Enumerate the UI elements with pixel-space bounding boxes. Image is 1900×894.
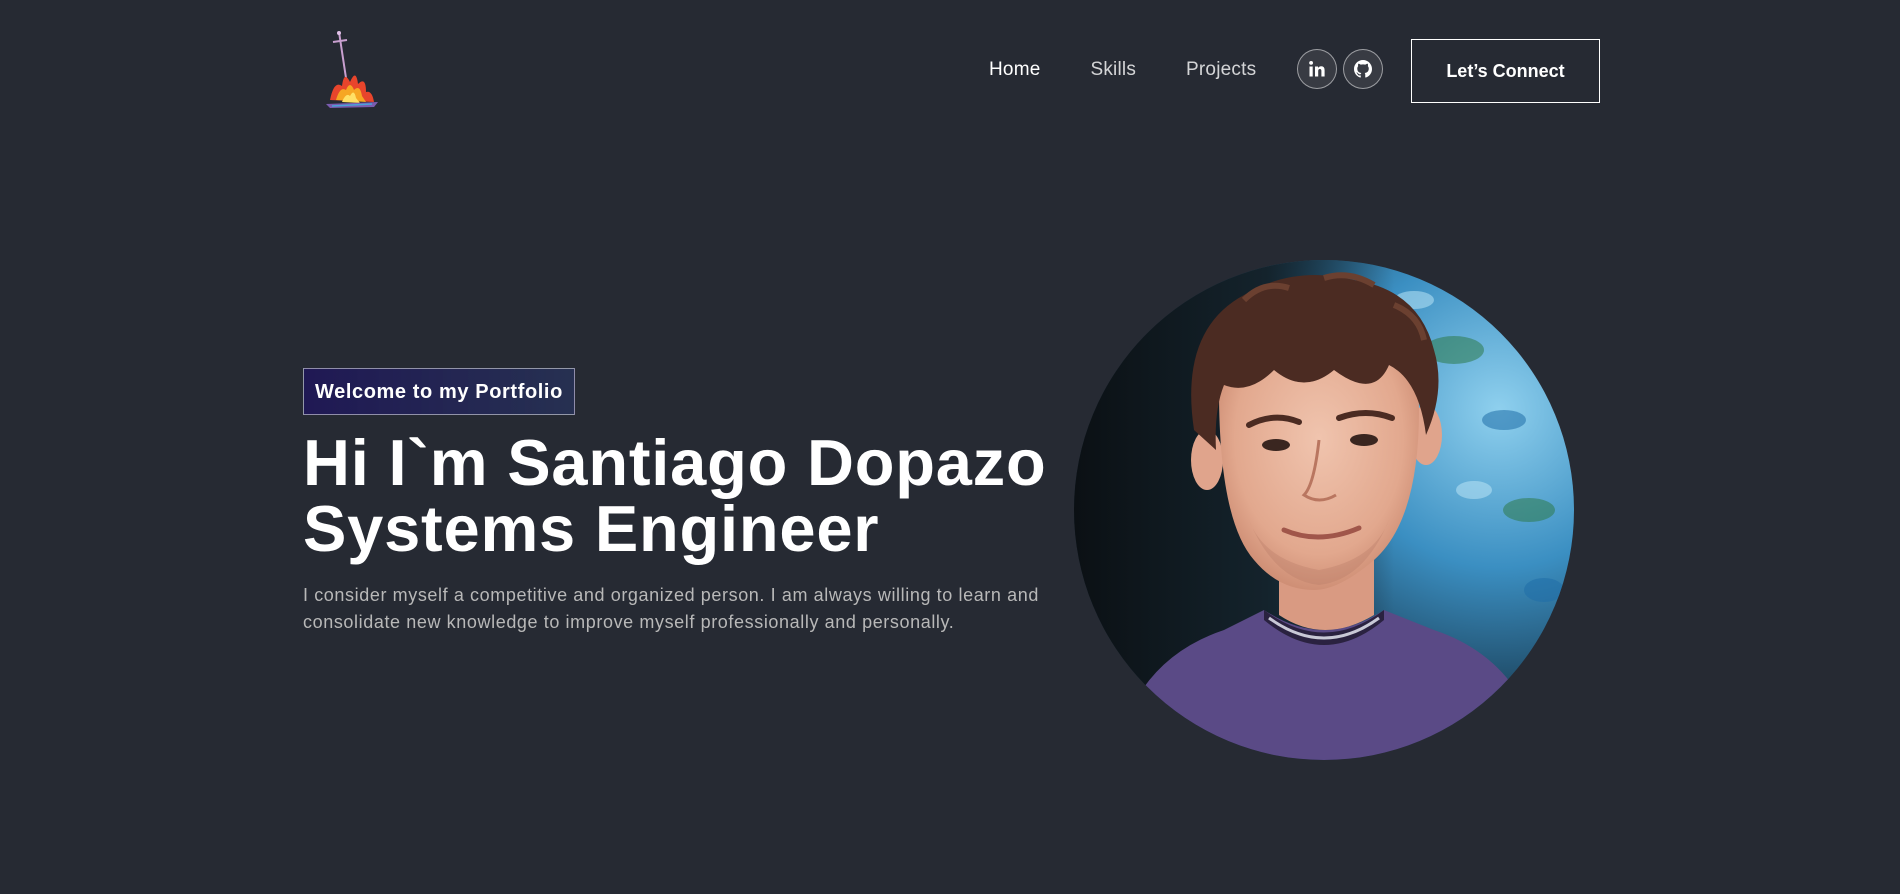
main-nav: Home Skills Projects (989, 57, 1306, 83)
hero-title-role: Systems Engineer (303, 492, 880, 565)
hero-title-name: Hi I`m Santiago Dopazo (303, 426, 1047, 499)
github-icon (1354, 60, 1372, 78)
linkedin-button[interactable] (1297, 49, 1337, 89)
github-button[interactable] (1343, 49, 1383, 89)
lets-connect-button[interactable]: Let’s Connect (1411, 39, 1600, 103)
profile-photo (1074, 260, 1574, 760)
page: Home Skills Projects Let’s Connect Welco… (0, 0, 1900, 894)
linkedin-icon (1308, 60, 1326, 78)
social-icons (1297, 49, 1389, 89)
hero-title: Hi I`m Santiago Dopazo Systems Engineer (303, 430, 1046, 562)
bonfire-logo[interactable] (322, 30, 382, 110)
welcome-tagline: Welcome to my Portfolio (303, 368, 575, 415)
nav-link-home[interactable]: Home (989, 57, 1040, 83)
nav-link-skills[interactable]: Skills (1090, 57, 1136, 83)
nav-link-projects[interactable]: Projects (1186, 57, 1256, 83)
hero-description: I consider myself a competitive and orga… (303, 585, 1039, 632)
